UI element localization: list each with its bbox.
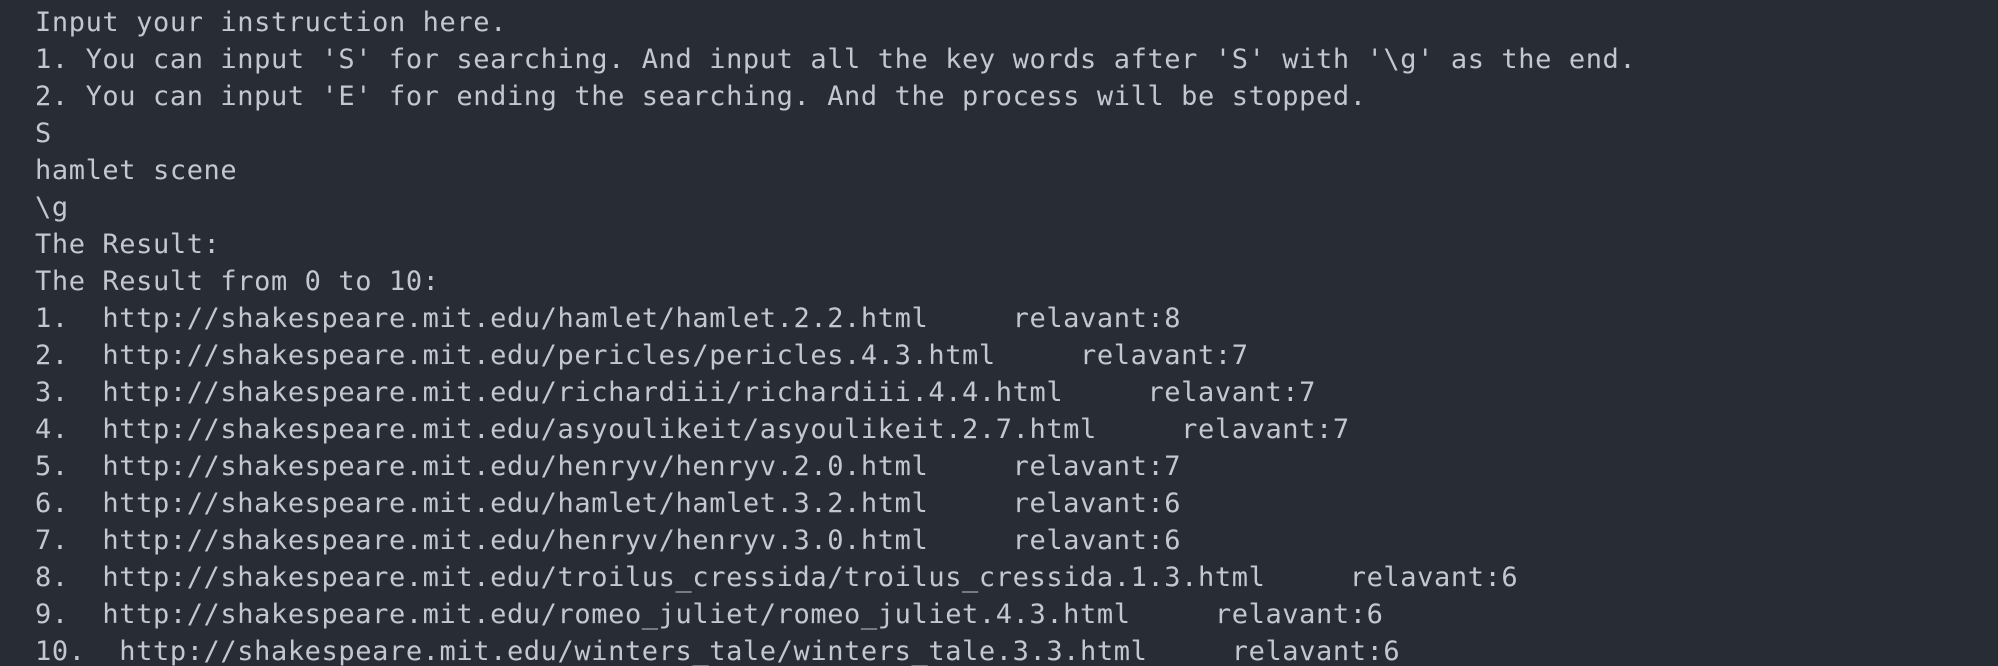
instruction-end-hint: 2. You can input 'E' for ending the sear… — [35, 81, 1367, 112]
user-input-keywords: hamlet scene — [35, 155, 238, 186]
result-row: 1. http://shakespeare.mit.edu/hamlet/ham… — [35, 303, 1182, 334]
result-row: 6. http://shakespeare.mit.edu/hamlet/ham… — [35, 488, 1182, 519]
result-heading: The Result: — [35, 229, 221, 260]
instruction-search-hint: 1. You can input 'S' for searching. And … — [35, 44, 1637, 75]
result-row: 8. http://shakespeare.mit.edu/troilus_cr… — [35, 562, 1519, 593]
instruction-prompt: Input your instruction here. — [35, 7, 507, 38]
result-list: 1. http://shakespeare.mit.edu/hamlet/ham… — [35, 300, 1998, 666]
result-row: 5. http://shakespeare.mit.edu/henryv/hen… — [35, 451, 1182, 482]
user-input-terminator: \g — [35, 192, 69, 223]
user-input-command: S — [35, 118, 52, 149]
result-range-heading: The Result from 0 to 10: — [35, 266, 440, 297]
result-row: 3. http://shakespeare.mit.edu/richardiii… — [35, 377, 1317, 408]
result-row: 7. http://shakespeare.mit.edu/henryv/hen… — [35, 525, 1182, 556]
result-row: 9. http://shakespeare.mit.edu/romeo_juli… — [35, 599, 1384, 630]
result-row: 2. http://shakespeare.mit.edu/pericles/p… — [35, 340, 1249, 371]
terminal-output[interactable]: Input your instruction here. 1. You can … — [0, 0, 1998, 666]
result-row: 10. http://shakespeare.mit.edu/winters_t… — [35, 636, 1401, 666]
result-row: 4. http://shakespeare.mit.edu/asyoulikei… — [35, 414, 1350, 445]
